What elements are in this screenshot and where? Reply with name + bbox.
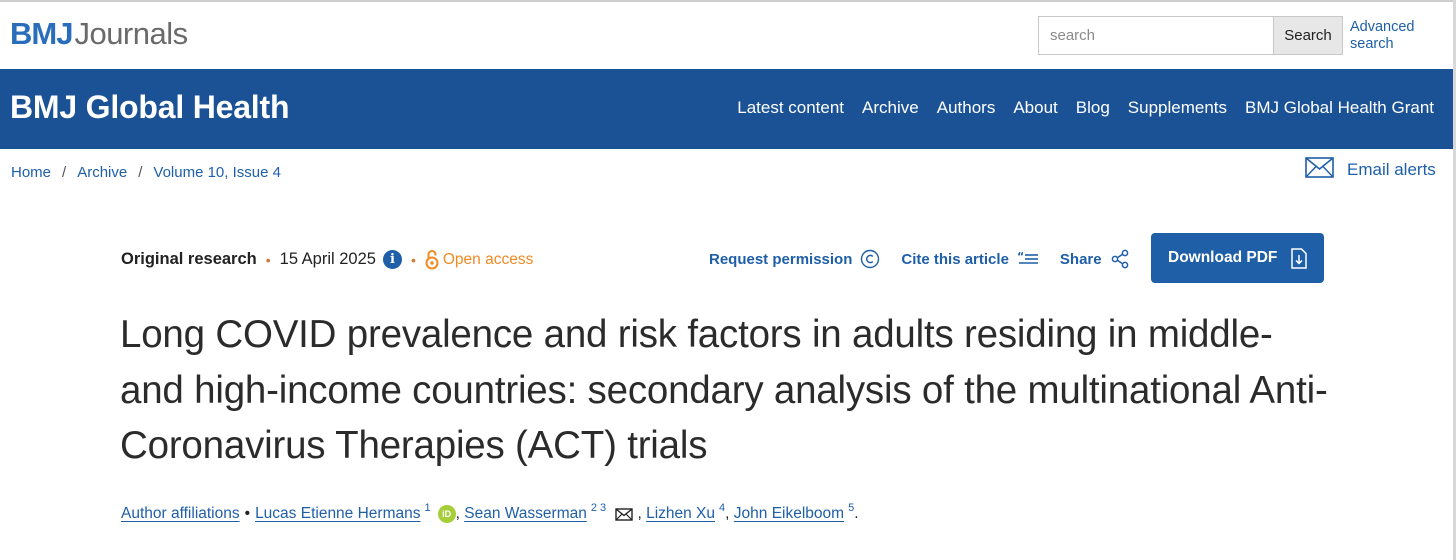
author-list: Author affiliations • Lucas Etienne Herm… [121, 502, 859, 523]
advanced-search-link[interactable]: Advanced search [1350, 19, 1430, 53]
info-icon[interactable]: i [382, 250, 402, 269]
nav-latest-content[interactable]: Latest content [737, 98, 844, 118]
breadcrumb-separator: / [62, 164, 67, 181]
nav-authors[interactable]: Authors [937, 98, 996, 118]
copyright-icon [861, 249, 880, 269]
affiliation-number[interactable]: 5 [848, 502, 854, 514]
open-access-label: Open access [442, 250, 534, 268]
affiliation-number[interactable]: 4 [719, 502, 725, 514]
logo-journals-text: Journals [74, 16, 188, 51]
download-pdf-button[interactable]: Download PDF [1151, 233, 1324, 283]
logo-bmj-text: BMJ [10, 16, 73, 51]
request-permission-label: Request permission [709, 250, 853, 268]
breadcrumb: Home / Archive / Volume 10, Issue 4 [11, 164, 281, 181]
nav-supplements[interactable]: Supplements [1128, 98, 1227, 118]
author-link[interactable]: Lizhen Xu [646, 505, 715, 523]
bmj-journals-logo[interactable]: BMJ Journals [10, 16, 188, 52]
author-link[interactable]: John Eikelboom [734, 505, 844, 523]
email-alerts-label: Email alerts [1347, 160, 1436, 179]
site-title[interactable]: BMJ Global Health [10, 89, 290, 126]
author-link[interactable]: Sean Wasserman [464, 505, 587, 523]
affiliation-number[interactable]: 1 [424, 502, 430, 514]
search-button[interactable]: Search [1273, 16, 1343, 55]
author-link[interactable]: Lucas Etienne Hermans [255, 505, 420, 523]
breadcrumb-home[interactable]: Home [11, 164, 51, 181]
email-alerts-link[interactable]: Email alerts [1305, 157, 1436, 183]
main-nav: Latest content Archive Authors About Blo… [737, 98, 1434, 118]
article-actions: Request permission Cite this article “ S… [709, 249, 1130, 269]
nav-archive[interactable]: Archive [862, 98, 919, 118]
article-type: Original research [121, 250, 257, 268]
meta-separator-dot: • [265, 251, 271, 268]
share-link[interactable]: Share [1060, 249, 1130, 269]
cite-article-label: Cite this article [901, 250, 1009, 268]
breadcrumb-archive[interactable]: Archive [77, 164, 127, 181]
meta-separator-dot: • [410, 251, 416, 268]
cite-icon: “ [1017, 251, 1038, 264]
svg-text:“: “ [1017, 251, 1024, 263]
author-separator: , [455, 505, 465, 522]
nav-grant[interactable]: BMJ Global Health Grant [1245, 98, 1434, 118]
cite-article-link[interactable]: Cite this article “ [901, 251, 1039, 268]
envelope-icon [1305, 157, 1334, 183]
breadcrumb-separator: / [138, 164, 143, 181]
share-icon [1111, 249, 1128, 269]
article-meta: Original research • 15 April 2025 i • Op… [121, 249, 533, 270]
request-permission-link[interactable]: Request permission [709, 249, 880, 269]
open-access-icon [425, 249, 439, 270]
download-pdf-label: Download PDF [1168, 249, 1278, 266]
search-input[interactable] [1038, 16, 1274, 55]
nav-about[interactable]: About [1013, 98, 1057, 118]
affiliation-number[interactable]: 2 3 [591, 502, 606, 514]
top-bar: BMJ Journals Search Advanced search [0, 2, 1456, 69]
correspondence-envelope-icon[interactable] [615, 507, 633, 521]
author-list-end: . [854, 505, 859, 522]
download-file-icon [1291, 247, 1308, 269]
author-separator: , [633, 505, 647, 522]
author-separator: • [244, 505, 251, 522]
journal-header: BMJ Global Health Latest content Archive… [0, 69, 1453, 149]
orcid-icon[interactable]: iD [437, 505, 456, 523]
article-title: Long COVID prevalence and risk factors i… [120, 313, 1328, 467]
author-separator: , [725, 505, 734, 522]
author-affiliations-link[interactable]: Author affiliations [121, 505, 240, 523]
nav-blog[interactable]: Blog [1076, 98, 1110, 118]
breadcrumb-issue[interactable]: Volume 10, Issue 4 [153, 164, 281, 181]
share-label: Share [1059, 250, 1102, 268]
publication-date: 15 April 2025 [279, 250, 376, 268]
